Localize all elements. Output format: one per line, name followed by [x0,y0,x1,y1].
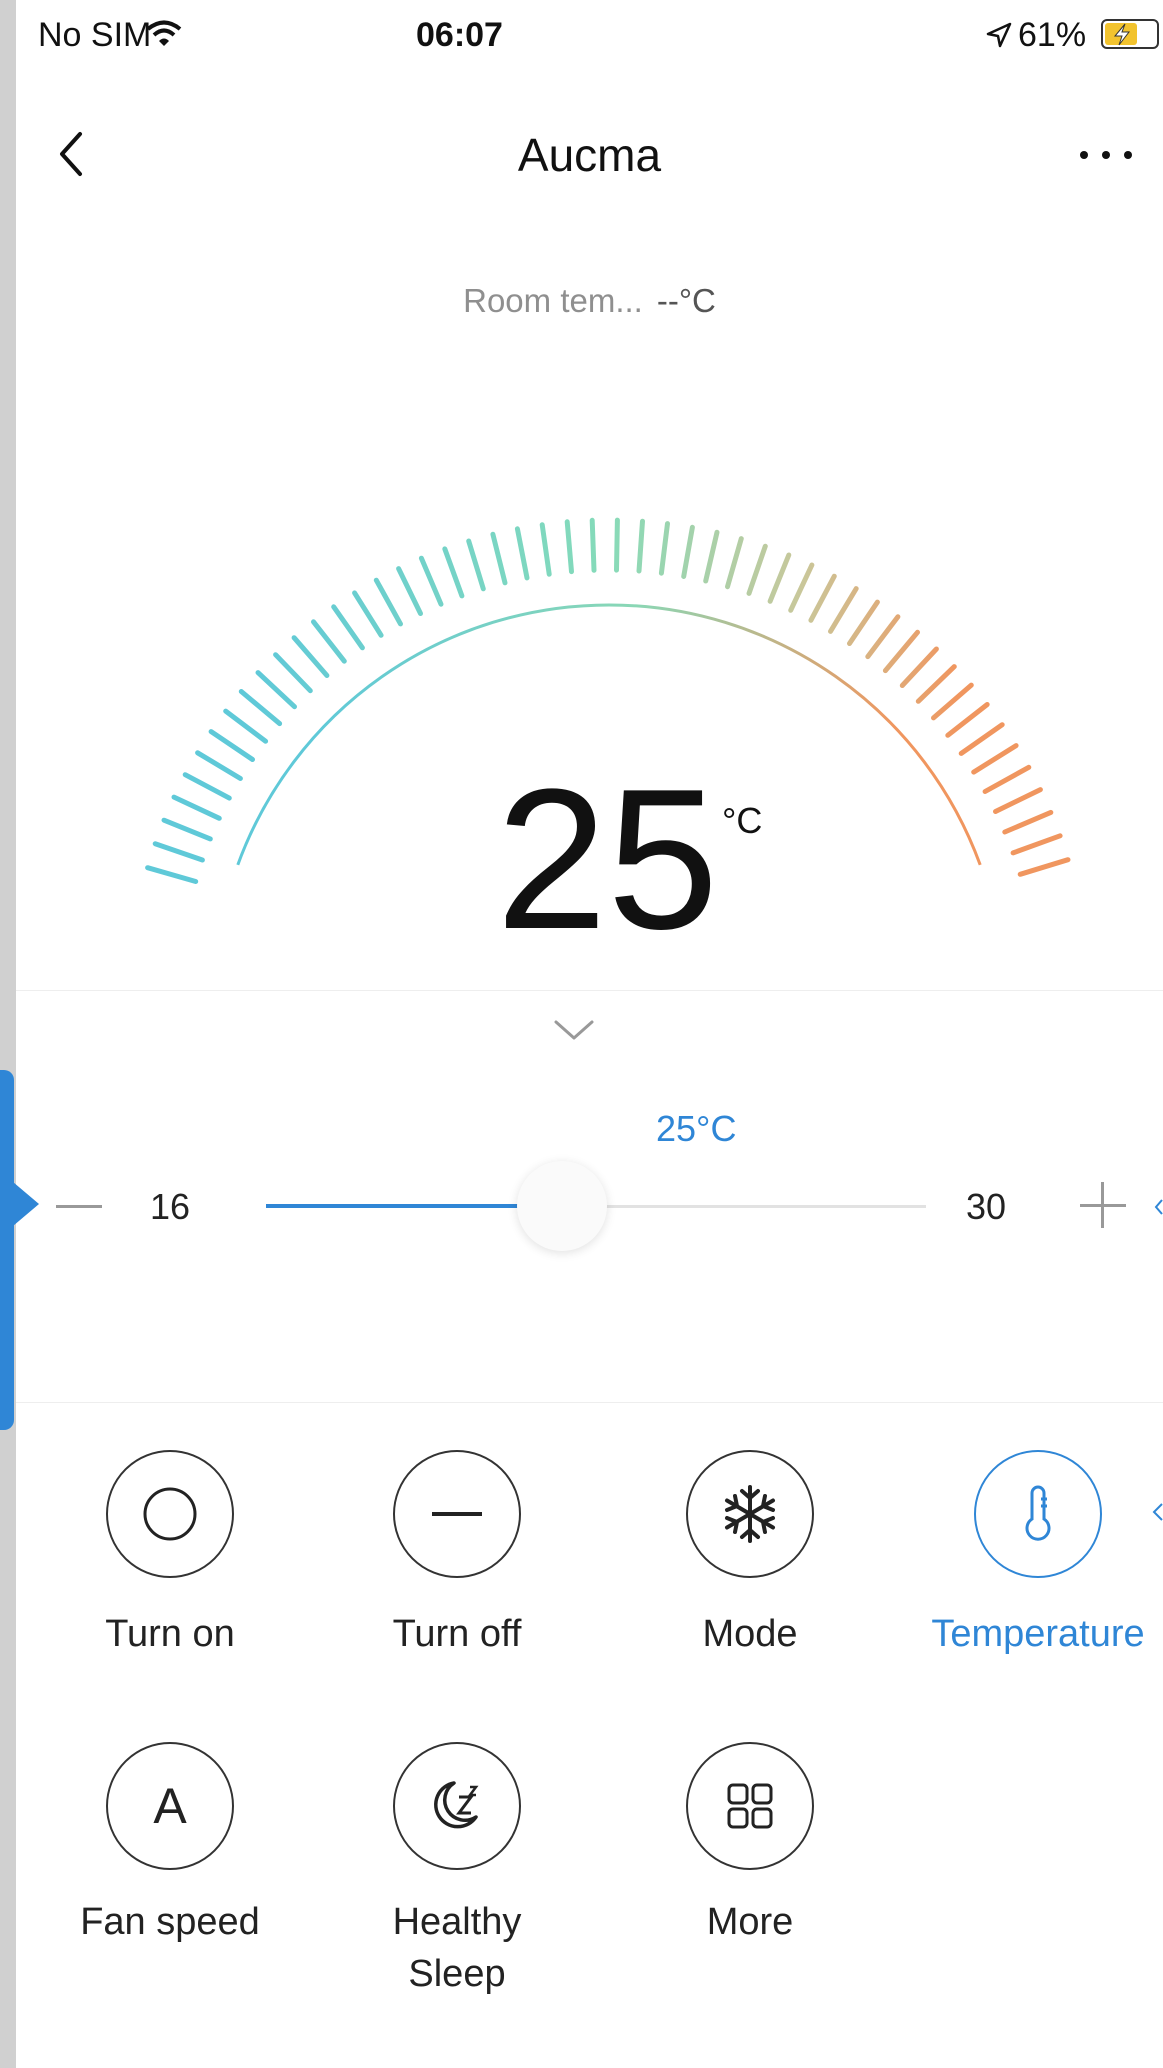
dial-tick [442,546,465,599]
dial-tick [1010,833,1063,856]
temperature-slider[interactable] [266,1161,926,1251]
dial-tick [352,590,384,638]
dial-tick [788,562,815,613]
dial-tick [681,524,695,579]
dial-tick [466,538,486,592]
dial-tick [255,670,297,710]
dial-tick [899,646,939,688]
dial-tick [865,614,901,660]
healthy-sleep-label-line2: Sleep [408,1953,506,1995]
dial-tick [828,586,859,634]
dial-tick [418,555,444,607]
dial-tick [614,517,620,573]
thermometer-icon [1025,1485,1051,1541]
turn-off-label: Turn off [392,1613,522,1655]
dial-tick [915,664,957,704]
dial-tick [658,521,670,576]
healthy-sleep-button[interactable] [393,1742,521,1870]
dial-tick [564,519,574,575]
dial-tick [1002,809,1054,835]
slider-thumb[interactable] [517,1161,607,1251]
dial-tick [1017,857,1071,877]
fan-speed-button[interactable]: A [106,1742,234,1870]
grid-icon [727,1783,773,1829]
dial-tick [703,529,720,584]
dial-tick [223,708,269,744]
dial-tick [396,566,423,616]
callout-marker [0,1070,14,1430]
dial-tick [195,750,243,781]
turn-on-button[interactable] [106,1450,234,1578]
decrease-button[interactable] [56,1204,102,1210]
mode-label: Mode [702,1613,798,1655]
dial-tick [589,517,597,573]
dial-tick [161,817,213,842]
dial-tick [882,629,920,674]
healthy-sleep-label: Healthy Sleep [307,1896,607,2000]
more-label: More [706,1901,794,1943]
dial-tick [238,689,283,727]
turn-on-label: Turn on [105,1613,235,1655]
turn-off-button[interactable] [393,1450,521,1578]
edge-arrow-icon [1154,1199,1163,1215]
mode-button[interactable] [686,1450,814,1578]
collapse-chevron-icon[interactable] [552,1018,596,1044]
sleep-moon-icon [434,1781,479,1829]
dial-tick [725,536,744,590]
divider [16,1402,1163,1403]
dial-tick [490,531,508,586]
temperature-button[interactable] [974,1450,1102,1578]
callout-arrow [13,1182,39,1226]
svg-text:A: A [153,1778,187,1834]
dial-tick [171,794,222,821]
minus-icon [432,1512,482,1516]
temperature-label: Temperature [931,1613,1145,1655]
dial-tick [971,743,1019,775]
dial-tick [331,604,365,651]
dial-tick [208,729,255,762]
target-temperature: 25 [496,748,719,971]
dial-tick [945,702,990,738]
dial-tick [311,619,347,664]
temperature-unit: °C [722,800,763,841]
power-circle-icon [143,1487,197,1541]
dial-tick [539,522,552,577]
dial-tick [746,543,768,596]
dial-tick [808,573,837,623]
phone-screen: No SIM 06:07 61% Aucma Room tem...--°C [16,0,1163,2068]
dial-tick [145,865,199,884]
dial-tick [514,526,530,581]
dial-tick [636,518,645,574]
dial-tick [993,787,1043,814]
dial-tick [373,577,403,627]
slider-current-value: 25°C [656,1108,737,1149]
dial-tick [182,772,232,801]
slider-min-label: 16 [150,1186,191,1227]
dial-tick [291,635,330,678]
dial-tick [958,722,1005,756]
increase-button[interactable] [1078,1180,1128,1230]
healthy-sleep-label-line1: Healthy [392,1901,522,1943]
edge-arrow-icon [1152,1503,1163,1521]
fan-auto-icon: A [153,1778,187,1834]
more-button[interactable] [686,1742,814,1870]
dial-tick [931,682,974,721]
snowflake-icon [725,1485,775,1543]
fan-speed-label: Fan speed [80,1901,260,1943]
slider-max-label: 30 [966,1186,1007,1227]
dial-tick [847,599,880,646]
dial-tick [767,552,792,604]
dial-tick [152,841,205,863]
dial-tick [982,764,1032,794]
dial-tick [273,652,313,694]
